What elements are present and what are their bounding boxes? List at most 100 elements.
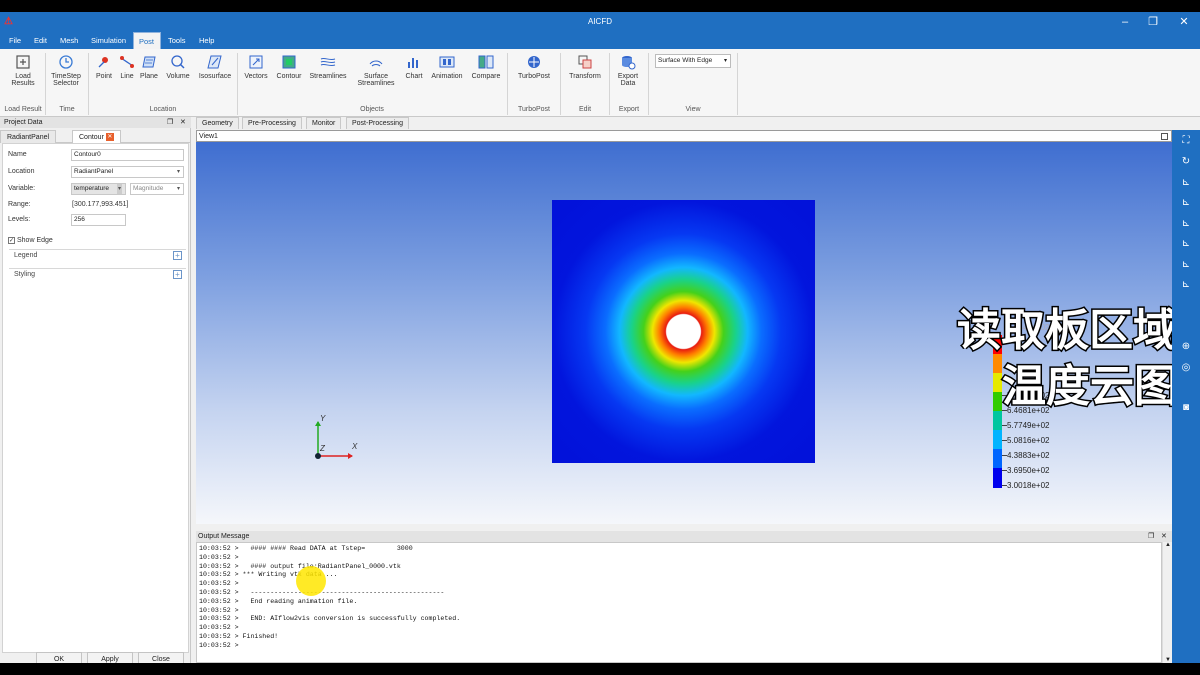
animation-button[interactable]: Animation <box>429 54 465 80</box>
tab-monitor[interactable]: Monitor <box>306 117 342 129</box>
log-line: 10:03:52 > <box>199 580 239 588</box>
load-results-button[interactable]: Load Results <box>8 54 38 87</box>
restore-button[interactable]: ❐ <box>1146 15 1160 29</box>
name-input[interactable]: Contour0 <box>71 149 184 161</box>
tab-radiantpanel[interactable]: RadiantPanel <box>0 130 57 143</box>
volume-button[interactable]: Volume <box>164 54 192 80</box>
line-button[interactable]: Line <box>118 54 136 80</box>
component-value: Magnitude <box>133 185 164 192</box>
mouse-cursor-highlight <box>296 566 326 596</box>
chevron-down-icon: ▾ <box>116 184 122 194</box>
menu-file[interactable]: File <box>4 32 26 49</box>
vectors-icon <box>249 55 263 69</box>
log-line: 10:03:52 > #### #### Read DATA at Tstep=… <box>199 545 413 552</box>
isosurface-icon <box>207 55 222 69</box>
apply-button[interactable]: Apply <box>87 652 133 663</box>
transform-label: Transform <box>569 73 601 80</box>
turbopost-button[interactable]: TurboPost <box>514 54 554 80</box>
axis-view-icon[interactable]: ⊾ <box>1179 278 1193 292</box>
menu-mesh[interactable]: Mesh <box>55 32 83 49</box>
plane-button[interactable]: Plane <box>139 54 159 80</box>
axis-view-icon[interactable]: ⊾ <box>1179 237 1193 251</box>
3d-viewport[interactable]: Y X Z 9.9345e+02 7.1614e+02 6.4681e+02 5.77… <box>196 142 1180 524</box>
menu-simulation[interactable]: Simulation <box>86 32 131 49</box>
menu-tools[interactable]: Tools <box>163 32 191 49</box>
view1-header: View1 <box>196 130 1172 142</box>
vectors-button[interactable]: Vectors <box>243 54 269 80</box>
expand-icon[interactable]: + <box>173 270 182 279</box>
tab-post-processing[interactable]: Post-Processing <box>346 117 409 129</box>
streamlines-label: Streamlines <box>309 73 347 80</box>
menu-post[interactable]: Post <box>133 32 161 49</box>
levels-input[interactable]: 256 <box>71 214 126 226</box>
surface-streamlines-label2: Streamlines <box>357 80 395 87</box>
expand-icon[interactable]: + <box>173 251 182 260</box>
group-export: Export <box>618 106 640 113</box>
scroll-down-icon[interactable]: ▼ <box>1165 657 1171 663</box>
float-panel-icon[interactable]: ❐ <box>1148 531 1154 542</box>
checkbox-checked-icon: ✓ <box>8 237 15 244</box>
surface-streamlines-button[interactable]: Surface Streamlines <box>355 54 397 87</box>
menu-bar: File Edit Mesh Simulation Post Tools Hel… <box>0 32 1200 49</box>
export-icon <box>622 56 636 70</box>
legend-section[interactable]: Legend + <box>9 249 186 260</box>
chart-button[interactable]: Chart <box>403 54 425 80</box>
contour-button[interactable]: Contour <box>274 54 304 80</box>
output-scrollbar[interactable]: ▲ ▼ <box>1162 542 1172 663</box>
legend-color-segment <box>993 468 1002 488</box>
point-button[interactable]: Point <box>94 54 114 80</box>
close-panel-icon[interactable]: ✕ <box>180 117 186 128</box>
close-button[interactable]: Close <box>138 652 184 663</box>
variable-value: temperature <box>74 185 110 192</box>
location-label: Location <box>8 168 35 175</box>
fit-view-icon[interactable]: ⛶ <box>1179 134 1193 148</box>
compare-button[interactable]: Compare <box>469 54 503 80</box>
close-tab-icon[interactable]: ✕ <box>105 133 114 142</box>
menu-help[interactable]: Help <box>194 32 219 49</box>
name-label: Name <box>8 151 27 158</box>
legend-section-label: Legend <box>14 252 38 259</box>
clock-icon <box>59 55 73 69</box>
select-icon[interactable]: ◎ <box>1179 361 1193 375</box>
isosurface-button[interactable]: Isosurface <box>198 54 232 80</box>
log-line: 10:03:52 > End reading animation file. <box>199 597 358 605</box>
scroll-up-icon[interactable]: ▲ <box>1165 542 1171 548</box>
rotate-view-icon[interactable]: ↻ <box>1179 155 1193 169</box>
location-select[interactable]: RadiantPanel ▾ <box>71 166 184 178</box>
ok-button[interactable]: OK <box>36 652 82 663</box>
app-window: ⚠ AICFD – ❐ ✕ File Edit Mesh Simulation … <box>0 12 1200 663</box>
tab-pre-processing[interactable]: Pre-Processing <box>242 117 302 129</box>
project-data-panel: Project Data ❐ ✕ RadiantPanel Contour ✕ N… <box>0 117 191 663</box>
show-edge-label: Show Edge <box>17 237 53 244</box>
float-panel-icon[interactable]: ❐ <box>167 117 173 128</box>
axis-x-label: X <box>352 442 358 451</box>
axis-view-icon[interactable]: ⊾ <box>1179 196 1193 210</box>
range-value: [300.177,993.451] <box>72 201 129 208</box>
component-select[interactable]: Magnitude ▾ <box>130 183 184 195</box>
timestep-selector-button[interactable]: TimeStep Selector <box>48 54 84 87</box>
axis-view-icon[interactable]: ⊾ <box>1179 217 1193 231</box>
styling-section[interactable]: Styling + <box>9 268 186 279</box>
log-line: 10:03:52 > END: AIflow2vis conversion is… <box>199 615 461 623</box>
streamlines-button[interactable]: Streamlines <box>308 54 348 80</box>
screenshot-icon[interactable]: ◙ <box>1179 401 1193 415</box>
axis-view-icon[interactable]: ⊾ <box>1179 258 1193 272</box>
render-mode-select[interactable]: Surface With Edge ▾ <box>655 54 731 68</box>
variable-select[interactable]: temperature ▾ <box>71 183 126 195</box>
tab-geometry[interactable]: Geometry <box>196 117 239 129</box>
close-panel-icon[interactable]: ✕ <box>1161 531 1167 542</box>
chart-label: Chart <box>405 73 423 80</box>
close-window-button[interactable]: ✕ <box>1177 15 1191 29</box>
project-data-header: Project Data ❐ ✕ <box>0 117 191 128</box>
transform-button[interactable]: Transform <box>566 54 604 80</box>
axis-view-icon[interactable]: ⊾ <box>1179 176 1193 190</box>
maximize-view-icon[interactable] <box>1161 133 1168 140</box>
export-data-button[interactable]: Export Data <box>613 54 643 87</box>
minimize-button[interactable]: – <box>1118 15 1132 29</box>
show-edge-checkbox[interactable]: ✓ Show Edge <box>8 237 53 244</box>
zoom-icon[interactable]: ⊕ <box>1179 340 1193 354</box>
legend-color-segment <box>993 449 1002 469</box>
output-log[interactable]: 10:03:52 > #### #### Read DATA at Tstep=… <box>196 542 1162 663</box>
menu-edit[interactable]: Edit <box>29 32 52 49</box>
tab-contour[interactable]: Contour ✕ <box>72 130 121 143</box>
